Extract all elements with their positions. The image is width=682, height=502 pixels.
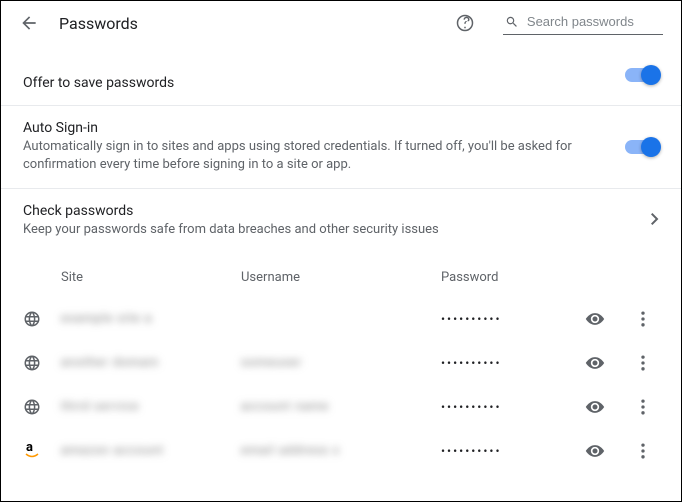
site-cell[interactable]: example site a [61,311,241,326]
column-username: Username [241,270,441,285]
more-actions-icon[interactable] [633,441,653,461]
favicon [23,354,61,372]
column-password: Password [441,270,581,285]
favicon [23,398,61,416]
offer-to-save-label: Offer to save passwords [23,75,659,91]
show-password-icon[interactable] [585,353,605,373]
password-cell: •••••••••• [441,312,581,326]
more-actions-icon[interactable] [633,397,653,417]
password-cell: •••••••••• [441,356,581,370]
password-row: aamazon accountemail address x•••••••••• [1,429,681,473]
password-cell: •••••••••• [441,444,581,458]
search-icon [505,14,519,30]
site-cell[interactable]: third service [61,399,241,414]
more-actions-icon[interactable] [633,353,653,373]
search-box[interactable] [503,11,663,35]
show-password-icon[interactable] [585,397,605,417]
favicon [23,310,61,328]
table-header: Site Username Password [1,254,681,297]
password-cell: •••••••••• [441,400,581,414]
show-password-icon[interactable] [585,441,605,461]
favicon: a [23,442,61,460]
check-passwords-section[interactable]: Check passwords Keep your passwords safe… [1,188,681,253]
globe-icon [23,354,41,372]
search-input[interactable] [525,13,661,30]
username-cell: email address x [241,443,441,458]
auto-signin-section: Auto Sign-in Automatically sign in to si… [1,105,681,188]
offer-to-save-section: Offer to save passwords [1,45,681,105]
site-cell[interactable]: another domain [61,355,241,370]
username-cell: someuser [241,355,441,370]
password-row: example site a •••••••••• [1,297,681,341]
show-password-icon[interactable] [585,309,605,329]
chevron-right-icon [651,213,659,229]
auto-signin-desc: Automatically sign in to sites and apps … [23,138,583,174]
globe-icon [23,398,41,416]
globe-icon [23,310,41,328]
page-title: Passwords [59,14,138,33]
auto-signin-label: Auto Sign-in [23,120,659,136]
check-passwords-desc: Keep your passwords safe from data breac… [23,221,583,239]
password-row: another domainsomeuser•••••••••• [1,341,681,385]
more-actions-icon[interactable] [633,309,653,329]
back-button[interactable] [19,13,39,33]
site-cell[interactable]: amazon account [61,443,241,458]
help-icon[interactable] [455,13,475,33]
password-row: third serviceaccount name•••••••••• [1,385,681,429]
check-passwords-label: Check passwords [23,203,659,219]
column-site: Site [61,270,241,285]
offer-to-save-toggle[interactable] [625,68,659,82]
username-cell: account name [241,399,441,414]
auto-signin-toggle[interactable] [625,140,659,154]
